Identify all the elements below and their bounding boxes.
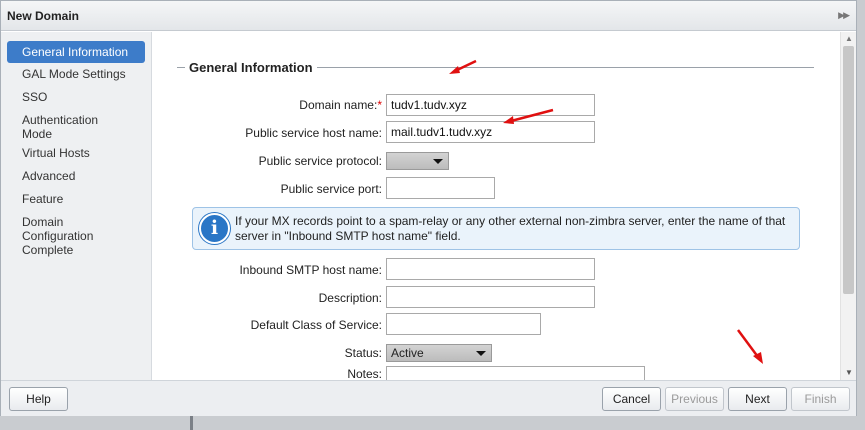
cancel-button[interactable]: Cancel [602, 387, 661, 411]
scroll-up-icon[interactable]: ▲ [845, 34, 853, 43]
new-domain-dialog: New Domain ▶▶ General Information GAL Mo… [0, 0, 857, 416]
cos-label: Default Class of Service: [250, 318, 382, 332]
scroll-down-icon[interactable]: ▼ [845, 368, 853, 377]
next-button[interactable]: Next [728, 387, 787, 411]
inbound-smtp-input[interactable] [386, 258, 595, 280]
annotation-arrow-icon [736, 329, 763, 364]
public-port-label: Public service port: [280, 182, 382, 196]
wizard-nav: General Information GAL Mode Settings SS… [1, 32, 152, 380]
section-title: General Information [185, 60, 317, 75]
status-value: Active [391, 346, 424, 360]
nav-item-advanced[interactable]: Advanced [7, 169, 145, 183]
chevron-down-icon [433, 159, 443, 164]
help-button[interactable]: Help [9, 387, 68, 411]
status-select[interactable]: Active [386, 344, 492, 362]
nav-item-general-information[interactable]: General Information [7, 41, 145, 63]
finish-button[interactable]: Finish [791, 387, 850, 411]
nav-item-gal-mode-settings[interactable]: GAL Mode Settings [7, 67, 145, 81]
public-port-input[interactable] [386, 177, 495, 199]
inbound-smtp-label: Inbound SMTP host name: [239, 263, 382, 277]
public-protocol-label: Public service protocol: [258, 154, 382, 168]
background-divider [190, 416, 193, 430]
notes-label: Notes: [347, 367, 382, 380]
description-label: Description: [318, 291, 382, 305]
info-message-text: If your MX records point to a spam-relay… [235, 214, 786, 243]
dialog-footer: Help Cancel Previous Next Finish [1, 380, 856, 416]
nav-item-domain-configuration-complete[interactable]: Domain Configuration Complete [7, 215, 145, 257]
domain-name-label: Domain name:* [299, 98, 382, 112]
section-general-information: General Information [177, 60, 814, 75]
public-host-label: Public service host name: [245, 126, 382, 140]
domain-name-input[interactable]: tudv1.tudv.xyz [386, 94, 595, 116]
info-message-box: i If your MX records point to a spam-rel… [192, 207, 800, 250]
status-label: Status: [344, 346, 382, 360]
public-protocol-select[interactable] [386, 152, 449, 170]
annotation-arrow-icon [449, 59, 477, 74]
public-host-input[interactable]: mail.tudv1.tudv.xyz [386, 121, 595, 143]
nav-item-virtual-hosts[interactable]: Virtual Hosts [7, 146, 145, 160]
collapse-icon[interactable]: ▶▶ [838, 10, 850, 21]
chevron-down-icon [476, 351, 486, 356]
cos-input[interactable] [386, 313, 541, 335]
info-icon: i [199, 213, 230, 244]
nav-item-feature[interactable]: Feature [7, 192, 145, 206]
notes-textarea[interactable] [386, 366, 645, 380]
dialog-title: New Domain [7, 9, 80, 23]
nav-item-authentication-mode[interactable]: Authentication Mode [7, 113, 145, 141]
nav-item-sso[interactable]: SSO [7, 90, 145, 104]
annotation-arrow-icon [503, 108, 554, 124]
scrollbar-thumb[interactable] [843, 46, 854, 294]
content-scrollbar[interactable]: ▲ ▼ [840, 32, 856, 380]
dialog-titlebar: New Domain ▶▶ [1, 1, 856, 31]
required-mark: * [377, 98, 382, 112]
previous-button[interactable]: Previous [665, 387, 724, 411]
description-input[interactable] [386, 286, 595, 308]
